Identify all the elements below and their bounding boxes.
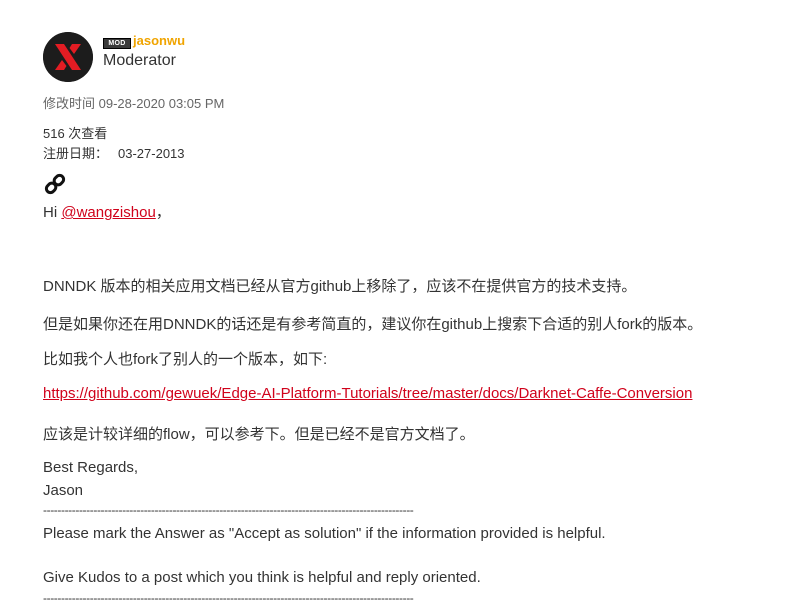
signature-divider-bottom: ----------------------------------------…: [43, 591, 414, 605]
avatar[interactable]: [43, 32, 93, 82]
user-mention-link[interactable]: @wangzishou: [61, 204, 155, 221]
post-paragraph-4: 应该是计较详细的flow，可以参考下。但是已经不是官方文档了。: [43, 426, 475, 443]
registration-label: 注册日期：: [43, 146, 109, 161]
post-paragraph-1: DNNDK 版本的相关应用文档已经从官方github上移除了，应该不在提供官方的…: [43, 278, 637, 295]
greeting-suffix: ，: [155, 204, 171, 221]
github-tutorial-link[interactable]: https://github.com/gewuek/Edge-AI-Platfo…: [43, 385, 692, 402]
greeting: Hi @wangzishou，: [43, 201, 171, 222]
signature-note-accept: Please mark the Answer as "Accept as sol…: [43, 525, 606, 542]
modified-timestamp: 修改时间 09-28-2020 03:05 PM: [43, 96, 225, 111]
link-icon[interactable]: [43, 172, 67, 196]
signature-regards: Best Regards,: [43, 459, 139, 476]
post-paragraph-2: 但是如果你还在用DNNDK的话还是有参考简直的，建议你在github上搜索下合适…: [43, 316, 703, 333]
greeting-prefix: Hi: [43, 204, 62, 221]
signature-note-kudos: Give Kudos to a post which you think is …: [43, 569, 481, 586]
author-rank: Moderator: [103, 52, 176, 69]
signature-name: Jason: [43, 482, 84, 499]
view-count: 516 次查看: [43, 126, 108, 141]
xilinx-logo-avatar: [43, 32, 93, 82]
signature-divider-top: ----------------------------------------…: [43, 503, 414, 517]
registration-date: 注册日期： 03-27-2013: [43, 143, 185, 162]
moderator-badge: MOD: [103, 38, 131, 49]
author-username[interactable]: jasonwu: [133, 33, 185, 48]
registration-value: 03-27-2013: [118, 146, 185, 161]
post-paragraph-3: 比如我个人也fork了别人的一个版本，如下:: [43, 351, 328, 368]
